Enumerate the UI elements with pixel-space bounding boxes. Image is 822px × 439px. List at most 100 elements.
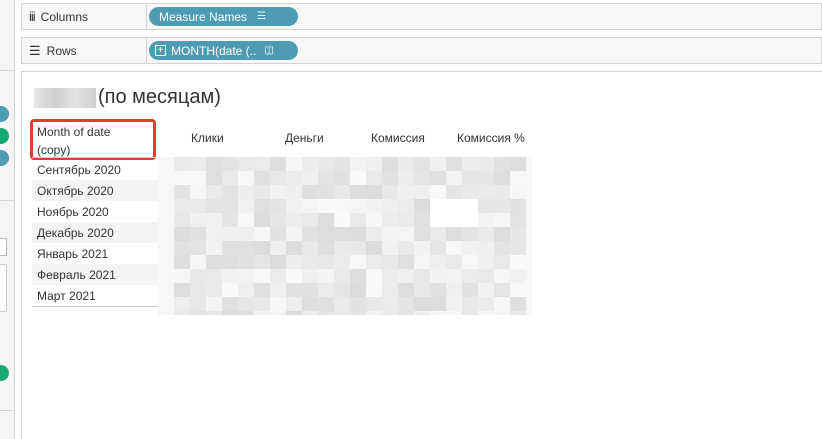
redaction-pixel bbox=[190, 157, 206, 171]
column-header[interactable]: Клики bbox=[191, 131, 224, 145]
redaction-pixel bbox=[398, 185, 414, 199]
redaction-pixel bbox=[414, 213, 430, 227]
redaction-pixel bbox=[350, 311, 366, 315]
redaction-pixel bbox=[302, 185, 318, 199]
redaction-pixel bbox=[158, 255, 174, 269]
redaction-pixel bbox=[318, 255, 334, 269]
redaction-pixel bbox=[382, 283, 398, 297]
redaction-pixel bbox=[254, 157, 270, 171]
redaction-pixel bbox=[254, 283, 270, 297]
redaction-pixel bbox=[414, 185, 430, 199]
redaction-pixel bbox=[270, 227, 286, 241]
pill-label: Measure Names bbox=[159, 9, 248, 24]
redaction-pixel bbox=[222, 297, 238, 311]
redaction-pixel bbox=[318, 269, 334, 283]
table-row-header[interactable]: Март 2021 bbox=[32, 285, 158, 306]
redaction-pixel bbox=[478, 185, 494, 199]
rows-shelf: ☰ Rows + MONTH(date (.. ◫ bbox=[21, 37, 822, 64]
measure-names-pill[interactable]: Measure Names ☰ bbox=[149, 7, 298, 26]
redaction-pixel bbox=[526, 199, 532, 213]
redaction-pixel bbox=[494, 213, 510, 227]
redaction-pixel bbox=[206, 283, 222, 297]
redaction-pixel bbox=[398, 241, 414, 255]
redacted-text bbox=[34, 87, 96, 108]
redaction-pixel bbox=[350, 171, 366, 185]
redaction-pixel bbox=[286, 171, 302, 185]
redaction-pixel bbox=[334, 255, 350, 269]
redaction-pixel bbox=[190, 199, 206, 213]
redaction-pixel bbox=[462, 171, 478, 185]
column-header[interactable]: Комиссия % bbox=[457, 131, 525, 145]
redaction-pixel bbox=[238, 199, 254, 213]
redaction-pixel bbox=[526, 227, 532, 241]
redaction-pixel bbox=[526, 255, 532, 269]
redaction-pixel bbox=[270, 171, 286, 185]
redaction-pixel bbox=[398, 269, 414, 283]
calculation-icon: ◫ bbox=[264, 45, 274, 56]
redaction-pixel bbox=[254, 311, 270, 315]
redaction-pixel bbox=[270, 157, 286, 171]
redaction-pixel bbox=[510, 255, 526, 269]
redaction-pixel bbox=[462, 213, 478, 227]
redaction-pixel bbox=[446, 185, 462, 199]
redaction-pixel bbox=[190, 227, 206, 241]
redaction-pixel bbox=[206, 185, 222, 199]
redaction-pixel bbox=[382, 241, 398, 255]
redaction-pixel bbox=[414, 157, 430, 171]
redaction-pixel bbox=[350, 185, 366, 199]
redaction-pixel bbox=[206, 213, 222, 227]
redaction-pixel bbox=[318, 199, 334, 213]
table-row-header[interactable]: Декабрь 2020 bbox=[32, 222, 158, 243]
redaction-pixel bbox=[302, 311, 318, 315]
redaction-pixel bbox=[462, 199, 478, 213]
redaction-pixel bbox=[302, 227, 318, 241]
redaction-pixel bbox=[462, 241, 478, 255]
redaction-pixel bbox=[494, 297, 510, 311]
redaction-pixel bbox=[318, 297, 334, 311]
column-header[interactable]: Комиссия bbox=[371, 131, 425, 145]
redaction-pixel bbox=[158, 227, 174, 241]
redaction-pixel bbox=[510, 297, 526, 311]
redaction-pixel bbox=[158, 199, 174, 213]
redaction-pixel bbox=[430, 171, 446, 185]
redaction-pixel bbox=[334, 213, 350, 227]
redaction-pixel bbox=[174, 213, 190, 227]
panel-control[interactable] bbox=[0, 238, 7, 256]
table-row-header[interactable]: Ноябрь 2020 bbox=[32, 201, 158, 222]
title-text: (по месяцам) bbox=[98, 86, 221, 108]
redaction-pixel bbox=[174, 227, 190, 241]
redaction-pixel bbox=[446, 213, 462, 227]
redaction-pixel bbox=[366, 297, 382, 311]
redaction-pixel bbox=[494, 227, 510, 241]
redaction-pixel bbox=[158, 241, 174, 255]
redaction-pixel bbox=[510, 213, 526, 227]
table-row-header[interactable]: Октябрь 2020 bbox=[32, 180, 158, 201]
redaction-pixel bbox=[174, 269, 190, 283]
redaction-pixel bbox=[494, 171, 510, 185]
expand-icon[interactable]: + bbox=[155, 45, 166, 56]
column-header[interactable]: Деньги bbox=[285, 131, 324, 145]
redaction-pixel bbox=[318, 213, 334, 227]
redaction-pixel bbox=[446, 199, 462, 213]
redaction-pixel bbox=[430, 283, 446, 297]
redaction-pixel bbox=[366, 213, 382, 227]
redaction-pixel bbox=[254, 269, 270, 283]
redaction-pixel bbox=[238, 157, 254, 171]
redaction-pixel bbox=[398, 227, 414, 241]
table-row-header[interactable]: Февраль 2021 bbox=[32, 264, 158, 285]
redaction-pixel bbox=[318, 311, 334, 315]
sort-icon[interactable]: ☰ bbox=[257, 11, 266, 22]
redaction-pixel bbox=[334, 283, 350, 297]
table-row-header[interactable]: Сентябрь 2020 bbox=[32, 159, 158, 180]
redaction-pixel bbox=[510, 311, 526, 315]
redaction-pixel bbox=[334, 311, 350, 315]
redaction-pixel bbox=[526, 269, 532, 283]
redaction-pixel bbox=[190, 297, 206, 311]
table-row-header[interactable]: Январь 2021 bbox=[32, 243, 158, 264]
redaction-pixel bbox=[494, 199, 510, 213]
redaction-pixel bbox=[462, 227, 478, 241]
redaction-pixel bbox=[478, 227, 494, 241]
month-date-pill[interactable]: + MONTH(date (.. ◫ bbox=[149, 41, 298, 60]
redaction-pixel bbox=[414, 283, 430, 297]
redaction-pixel bbox=[334, 297, 350, 311]
